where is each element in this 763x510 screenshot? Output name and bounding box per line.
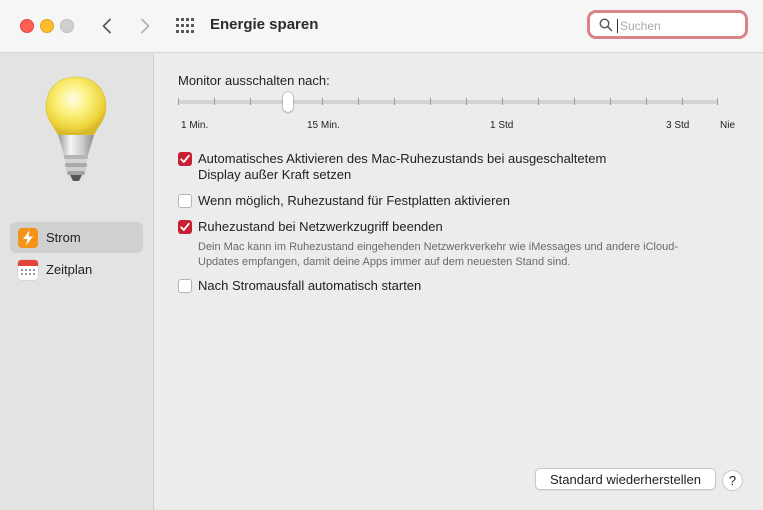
grid-icon [176,18,194,33]
calendar-icon [18,260,38,280]
disk-sleep-checkbox[interactable] [178,194,192,208]
slider-tick [502,98,503,105]
wake-network-label: Ruhezustand bei Netzwerkzugriff beenden [198,219,443,234]
help-button[interactable]: ? [722,470,743,491]
auto-restart-checkbox[interactable] [178,279,192,293]
slider-tick [717,98,718,105]
sidebar-item-strom[interactable]: Strom [10,222,143,253]
slider-label-1-min: 1 Min. [181,120,209,131]
slider-tick [394,98,395,105]
slider-label-15-min: 15 Min. [307,120,340,131]
title-bar: Energie sparen Suchen [0,0,763,53]
slider-tick [250,98,251,105]
sidebar: Strom Zeitplan [0,53,154,510]
search-field[interactable]: Suchen [587,10,748,39]
slider-label-3-std: 3 Std [666,120,690,131]
wake-network-hint: Dein Mac kann im Ruhezustand eingehenden… [198,241,678,268]
sidebar-item-label: Zeitplan [46,262,93,277]
disk-sleep-label: Wenn möglich, Ruhezustand für Festplatte… [198,193,510,208]
auto-restart-label: Nach Stromausfall automatisch starten [198,278,422,293]
slider-label-1-std: 1 Std [490,120,514,131]
prevent-sleep-label: Automatisches Aktivieren des Mac-Ruhezus… [198,151,607,182]
chevron-left-icon [102,18,111,34]
search-icon [599,18,613,32]
slider-tick [466,98,467,105]
slider-tick [682,98,683,105]
preferences-window: Energie sparen Suchen Strom Zeitplan Mon… [0,0,763,510]
window-title: Energie sparen [210,16,319,33]
text-cursor [617,19,618,33]
sidebar-item-label: Strom [46,230,81,245]
slider-tick [358,98,359,105]
display-sleep-label: Monitor ausschalten nach: [178,73,330,88]
sidebar-item-zeitplan[interactable]: Zeitplan [10,254,143,285]
checkmark-icon [180,222,190,231]
chevron-right-icon [141,18,150,34]
slider-tick [574,98,575,105]
slider-tick [610,98,611,105]
back-button[interactable] [96,15,118,37]
lightning-bolt-icon [18,228,38,248]
restore-defaults-button[interactable]: Standard wiederherstellen [535,468,716,490]
show-all-grid-button[interactable] [176,17,194,35]
light-bulb-icon [45,76,107,181]
slider-tick [646,98,647,105]
prevent-sleep-checkbox[interactable] [178,152,192,166]
checkmark-icon [180,154,190,163]
zoom-window-button[interactable] [60,19,74,33]
close-window-button[interactable] [20,19,34,33]
slider-tick [214,98,215,105]
search-placeholder: Suchen [620,19,661,33]
minimize-window-button[interactable] [40,19,54,33]
main-content: Monitor ausschalten nach: 1 Min. 15 Min.… [154,53,763,510]
slider-tick [178,98,179,105]
slider-track [178,100,718,104]
slider-tick [538,98,539,105]
slider-tick [430,98,431,105]
forward-button[interactable] [134,15,156,37]
wake-network-checkbox[interactable] [178,220,192,234]
slider-thumb[interactable] [283,92,293,112]
slider-tick [322,98,323,105]
slider-label-nie: Nie [720,120,736,131]
